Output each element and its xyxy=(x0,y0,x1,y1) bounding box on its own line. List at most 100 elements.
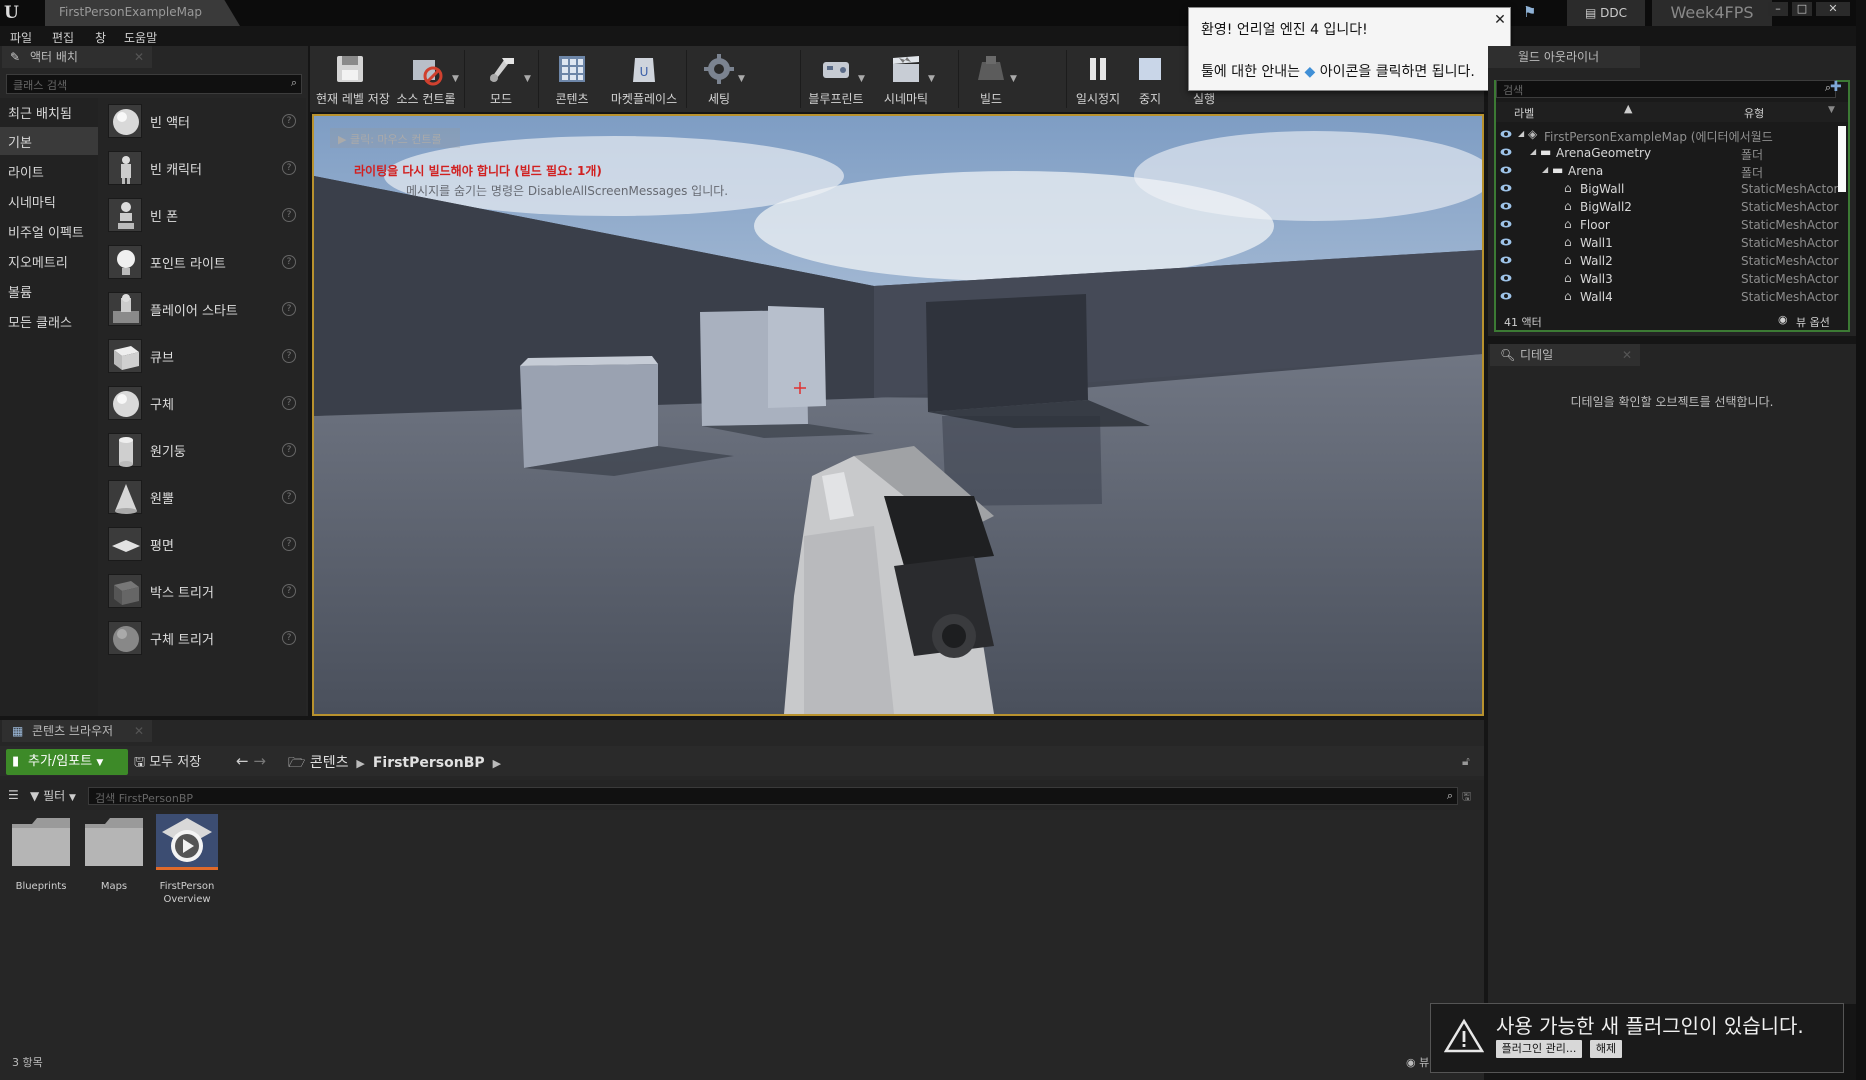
actor-class-item[interactable]: 빈 폰? xyxy=(98,192,306,239)
actor-class-item[interactable]: 구체 트리거? xyxy=(98,615,306,662)
menu-file[interactable]: 파일 xyxy=(10,29,32,46)
help-icon[interactable]: ? xyxy=(282,396,296,410)
chevron-down-icon[interactable]: ▼ xyxy=(524,74,531,84)
outliner-row[interactable]: ⌂ BigWall2 StaticMeshActor xyxy=(1496,198,1838,216)
add-import-button[interactable]: ▮ 추가/임포트 ▼ xyxy=(6,749,128,775)
save-search-icon[interactable]: 🖫 xyxy=(1462,788,1471,807)
details-tab[interactable]: 🔍︎ 디테일 ✕ xyxy=(1490,344,1640,366)
help-icon[interactable]: ? xyxy=(282,631,296,645)
manage-plugins-button[interactable]: 플러그인 관리... xyxy=(1496,1040,1582,1058)
toolbar-button-content[interactable]: 콘텐츠 xyxy=(542,46,602,112)
toolbar-button-settings[interactable]: 세팅 ▼ xyxy=(690,46,748,112)
ddc-button[interactable]: ▤ DDC xyxy=(1567,0,1645,26)
close-tab-icon[interactable]: ✕ xyxy=(134,720,144,742)
level-viewport[interactable]: ▶ 클릭: 마우스 컨트롤 라이팅을 다시 빌드해야 합니다 (빌드 필요: 1… xyxy=(312,114,1484,716)
toolbar-button-blueprint[interactable]: 블루프린트 ▼ xyxy=(804,46,868,112)
visibility-eye-icon[interactable] xyxy=(1500,291,1512,301)
chevron-down-icon[interactable]: ▼ xyxy=(1010,74,1017,84)
welcome-close-button[interactable]: ✕ xyxy=(1492,12,1508,28)
outliner-row[interactable]: ◢ ▬ ArenaGeometry 폴더 xyxy=(1496,144,1836,162)
outliner-row[interactable]: ⌂ Wall1 StaticMeshActor xyxy=(1496,234,1838,252)
world-outliner-tab[interactable]: 월드 아웃라이너 xyxy=(1488,46,1640,68)
category-recent[interactable]: 최근 배치됨 xyxy=(0,98,98,126)
save-all-button[interactable]: 🖫 모두 저장 xyxy=(134,751,201,775)
help-icon[interactable]: ? xyxy=(282,349,296,363)
outliner-scrollbar[interactable] xyxy=(1838,126,1846,192)
toolbar-button-save[interactable]: 현재 레벨 저장 xyxy=(316,46,390,112)
column-label[interactable]: 라벨 xyxy=(1514,105,1534,121)
outliner-row[interactable]: ◢ ◈ FirstPersonExampleMap (에디터에서월드 xyxy=(1496,126,1836,144)
asset-tile-firstperson-overview[interactable]: FirstPerson Overview xyxy=(156,814,218,906)
expand-arrow-icon[interactable]: ◢ xyxy=(1518,129,1524,138)
close-tab-icon[interactable]: ✕ xyxy=(134,46,144,68)
visibility-eye-icon[interactable] xyxy=(1500,165,1512,175)
help-icon[interactable]: ? xyxy=(282,114,296,128)
actor-class-item[interactable]: 플레이어 스타트? xyxy=(98,286,306,333)
visibility-eye-icon[interactable] xyxy=(1500,273,1512,283)
visibility-eye-icon[interactable] xyxy=(1500,129,1512,139)
lock-icon[interactable]: 🔓︎ xyxy=(1462,754,1470,769)
toolbar-button-pause[interactable]: 일시정지 xyxy=(1070,46,1126,112)
breadcrumb-content[interactable]: 콘텐츠 xyxy=(310,755,349,771)
help-icon[interactable]: ? xyxy=(282,302,296,316)
chevron-down-icon[interactable]: ▼ xyxy=(858,74,865,84)
actor-class-item[interactable]: 큐브? xyxy=(98,333,306,380)
visibility-eye-icon[interactable] xyxy=(1500,255,1512,265)
menu-edit[interactable]: 편집 xyxy=(52,29,74,46)
toolbar-button-marketplace[interactable]: U 마켓플레이스 xyxy=(604,46,684,112)
help-icon[interactable]: ? xyxy=(282,161,296,175)
actor-class-item[interactable]: 구체? xyxy=(98,380,306,427)
actor-class-item[interactable]: 빈 캐릭터? xyxy=(98,145,306,192)
category-lights[interactable]: 라이트 xyxy=(0,157,98,185)
expand-arrow-icon[interactable]: ◢ xyxy=(1542,165,1548,174)
outliner-view-options[interactable]: 뷰 옵션 xyxy=(1796,314,1830,330)
close-tab-icon[interactable]: ✕ xyxy=(1622,344,1632,366)
maximize-button[interactable]: □ xyxy=(1792,2,1812,16)
category-visual-effects[interactable]: 비주얼 이펙트 xyxy=(0,217,98,245)
class-search-input[interactable]: 클래스 검색 ⌕ xyxy=(6,74,302,94)
outliner-search-input[interactable]: 검색 ⌕ xyxy=(1496,80,1836,98)
content-search-input[interactable]: 검색 FirstPersonBP ⌕ xyxy=(88,787,1458,805)
category-volumes[interactable]: 볼륨 xyxy=(0,277,98,305)
actor-class-item[interactable]: 포인트 라이트? xyxy=(98,239,306,286)
toolbar-button-modes[interactable]: 모드 ▼ xyxy=(468,46,534,112)
toolbar-button-stop[interactable]: 중지 xyxy=(1128,46,1172,112)
asset-tile-maps[interactable]: Maps xyxy=(83,814,145,893)
sources-toggle-icon[interactable]: ☰ xyxy=(8,788,19,802)
add-actor-icon[interactable]: ✚ xyxy=(1830,79,1842,95)
visibility-eye-icon[interactable] xyxy=(1500,183,1512,193)
chevron-down-icon[interactable]: ▼ xyxy=(452,74,459,84)
close-window-button[interactable]: ✕ xyxy=(1816,2,1850,16)
help-icon[interactable]: ? xyxy=(282,255,296,269)
column-type[interactable]: 유형 xyxy=(1744,105,1764,121)
chevron-down-icon[interactable]: ▼ xyxy=(1828,105,1835,115)
outliner-row[interactable]: ⌂ Wall4 StaticMeshActor xyxy=(1496,288,1838,306)
help-icon[interactable]: ? xyxy=(282,490,296,504)
actor-class-item[interactable]: 빈 액터? xyxy=(98,98,306,145)
level-tab[interactable]: FirstPersonExampleMap xyxy=(45,0,240,26)
actor-class-item[interactable]: 원뿔? xyxy=(98,474,306,521)
toolbar-button-source-control[interactable]: 소스 컨트롤 ▼ xyxy=(390,46,462,112)
outliner-row[interactable]: ⌂ BigWall StaticMeshActor xyxy=(1496,180,1838,198)
tutorial-icon[interactable]: ⚑ xyxy=(1523,3,1547,23)
help-icon[interactable]: ? xyxy=(282,584,296,598)
expand-arrow-icon[interactable]: ◢ xyxy=(1530,147,1536,156)
visibility-eye-icon[interactable] xyxy=(1500,219,1512,229)
category-basic[interactable]: 기본 xyxy=(0,127,98,155)
actor-class-item[interactable]: 원기둥? xyxy=(98,427,306,474)
actor-class-item[interactable]: 박스 트리거? xyxy=(98,568,306,615)
filter-button[interactable]: ▼ 필터 ▼ xyxy=(30,787,76,804)
visibility-eye-icon[interactable] xyxy=(1500,201,1512,211)
visibility-eye-icon[interactable] xyxy=(1500,147,1512,157)
minimize-button[interactable]: – xyxy=(1768,2,1788,16)
category-cinematic[interactable]: 시네마틱 xyxy=(0,187,98,215)
toolbar-button-build[interactable]: 빌드 ▼ xyxy=(962,46,1020,112)
place-actors-tab[interactable]: ✎ 액터 배치 ✕ xyxy=(2,46,152,68)
outliner-row[interactable]: ⌂ Wall3 StaticMeshActor xyxy=(1496,270,1838,288)
outliner-row[interactable]: ⌂ Wall2 StaticMeshActor xyxy=(1496,252,1838,270)
category-all-classes[interactable]: 모든 클래스 xyxy=(0,307,98,335)
content-browser-tab[interactable]: ▦ 콘텐츠 브라우저 ✕ xyxy=(2,720,152,742)
toolbar-button-cinematics[interactable]: 시네마틱 ▼ xyxy=(874,46,938,112)
chevron-down-icon[interactable]: ▼ xyxy=(738,74,745,84)
category-geometry[interactable]: 지오메트리 xyxy=(0,247,98,275)
